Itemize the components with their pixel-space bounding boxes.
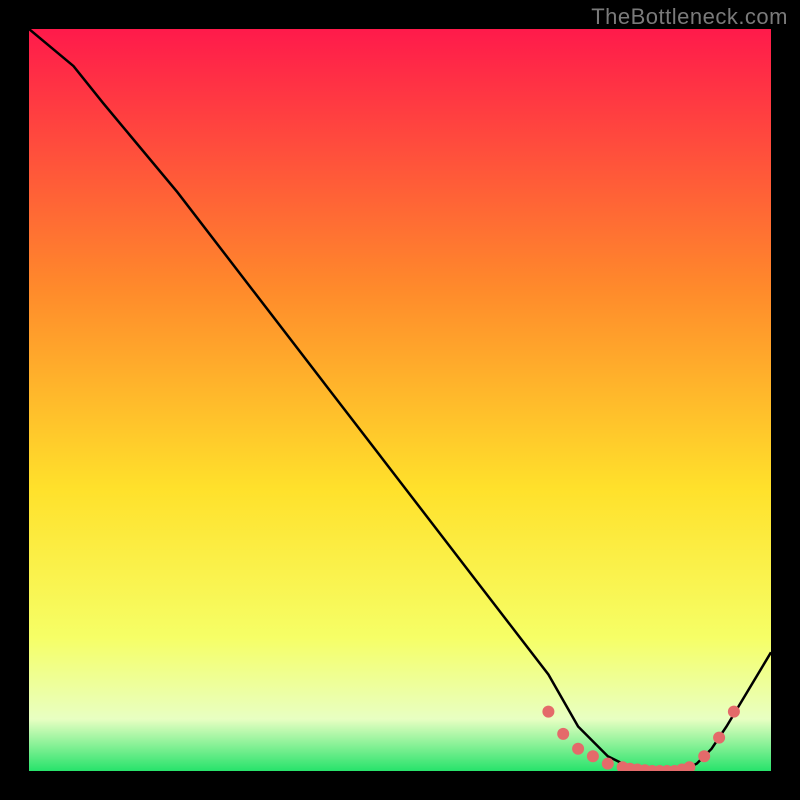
chart-frame: TheBottleneck.com (0, 0, 800, 800)
marker-dot (713, 732, 725, 744)
chart-svg (29, 29, 771, 771)
marker-dot (587, 750, 599, 762)
marker-dot (728, 706, 740, 718)
plot-area (29, 29, 771, 771)
marker-dot (557, 728, 569, 740)
marker-dot (602, 758, 614, 770)
watermark-text: TheBottleneck.com (591, 4, 788, 30)
marker-dot (542, 706, 554, 718)
gradient-background (29, 29, 771, 771)
marker-dot (698, 750, 710, 762)
marker-dot (572, 743, 584, 755)
